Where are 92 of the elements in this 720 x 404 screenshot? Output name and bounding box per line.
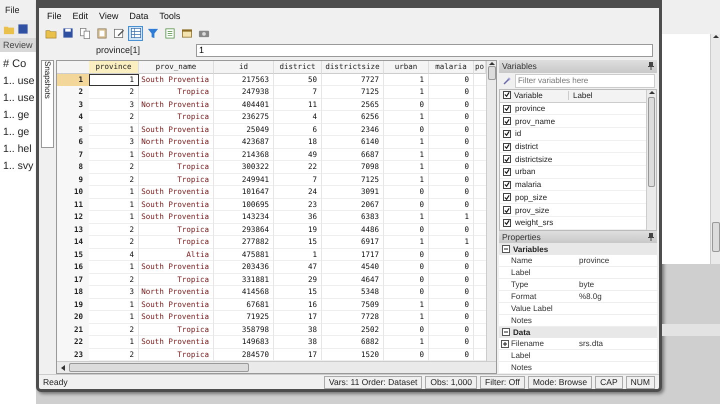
property-name: Notes: [511, 316, 533, 325]
vertical-scrollbar[interactable]: [646, 90, 656, 230]
panel-header: [662, 324, 720, 336]
scrollbar-thumb[interactable]: [648, 96, 655, 187]
variable-name[interactable]: prov_name: [515, 116, 556, 126]
properties-icon: [180, 27, 192, 39]
property-name: Label: [511, 268, 532, 278]
checkbox[interactable]: [503, 193, 511, 202]
variable-name[interactable]: pop_size: [515, 192, 548, 202]
wand-icon: [503, 76, 512, 86]
scrollbar-thumb[interactable]: [488, 66, 496, 80]
collapse-icon[interactable]: [502, 245, 510, 254]
collapse-icon[interactable]: [502, 328, 510, 336]
status-pane: CAP: [595, 376, 623, 388]
status-pane: NUM: [626, 376, 655, 388]
property-name: Value Label: [511, 304, 554, 313]
menu-item[interactable]: File: [47, 11, 62, 21]
property-name: Label: [511, 351, 532, 360]
section-title: Variables: [513, 244, 548, 254]
checkbox[interactable]: [503, 90, 511, 99]
horizontal-scrollbar[interactable]: [57, 361, 496, 373]
review-tab[interactable]: Review: [0, 38, 36, 52]
variable-name[interactable]: district: [515, 142, 538, 152]
variable-name[interactable]: malaria: [515, 180, 542, 190]
checkbox[interactable]: [503, 180, 511, 189]
status-pane: Obs: 1,000: [425, 376, 478, 388]
menu-item[interactable]: Tools: [159, 11, 180, 21]
menu-item[interactable]: View: [99, 11, 118, 21]
checkbox[interactable]: [503, 155, 511, 164]
vertical-scrollbar[interactable]: [710, 34, 720, 264]
scrollbar-thumb[interactable]: [69, 363, 249, 372]
variable-name[interactable]: id: [515, 129, 522, 138]
status-pane: Mode: Browse: [528, 376, 592, 388]
variable-name[interactable]: province: [515, 104, 546, 114]
property-value: %8.0g: [579, 292, 603, 301]
column-header[interactable]: Variable: [514, 91, 568, 100]
left-arrow-icon[interactable]: [61, 364, 65, 370]
menu-item[interactable]: Data: [129, 11, 148, 21]
checkbox[interactable]: [503, 130, 511, 138]
checkbox[interactable]: [503, 218, 511, 227]
vertical-scrollbar[interactable]: [486, 61, 496, 361]
variable-name[interactable]: prov_size: [515, 206, 550, 215]
funnel-icon: [146, 27, 158, 39]
checkbox[interactable]: [503, 206, 511, 214]
property-name: Filename: [511, 339, 545, 348]
property-name: Name: [511, 256, 534, 266]
checkbox[interactable]: [503, 104, 511, 113]
history-item[interactable]: 1.. use: [3, 75, 36, 87]
history-item[interactable]: 1.. ge: [3, 126, 36, 138]
property-value: srs.dta: [579, 339, 604, 348]
variable-name[interactable]: urban: [515, 167, 536, 176]
properties-panel-header: Properties: [499, 230, 657, 244]
property-value: province: [579, 256, 610, 266]
history-item[interactable]: 1.. hel: [3, 143, 36, 155]
menu-item[interactable]: Edit: [72, 11, 88, 21]
property-name: Format: [511, 292, 538, 301]
list-icon: [164, 27, 176, 39]
column-header[interactable]: Label: [568, 91, 593, 100]
cell-value-field[interactable]: 1: [196, 44, 653, 56]
history-item[interactable]: 1.. svy: [3, 160, 36, 172]
property-value: byte: [579, 280, 596, 289]
table-icon: [130, 27, 142, 39]
pencil-sheet-icon: [112, 27, 124, 39]
property-name: Type: [511, 280, 530, 289]
clipboard-icon: [96, 27, 108, 39]
pin-icon[interactable]: [648, 232, 654, 241]
toolbar-button[interactable]: [128, 26, 143, 40]
up-arrow-icon[interactable]: [712, 34, 718, 39]
checkbox[interactable]: [503, 117, 511, 126]
toolbar-button[interactable]: [77, 26, 92, 40]
variable-name[interactable]: weight_srs: [515, 218, 554, 228]
checkbox[interactable]: [503, 168, 511, 176]
variables-panel-header: Variables: [499, 60, 657, 73]
history-item[interactable]: 1.. ge: [3, 109, 36, 121]
status-pane: Vars: 11 Order: Dataset: [324, 376, 422, 388]
status-pane: Filter: Off: [480, 376, 525, 388]
history-header: # Co: [3, 58, 28, 70]
pin-icon[interactable]: [648, 62, 654, 70]
checkbox[interactable]: [503, 142, 511, 151]
variable-name[interactable]: districtsize: [515, 154, 552, 164]
scrollbar-thumb[interactable]: [712, 222, 720, 252]
expand-icon[interactable]: [501, 340, 509, 348]
cell-reference: province[1]: [94, 45, 142, 55]
snapshots-tab[interactable]: Snapshots: [41, 60, 54, 148]
up-arrow-icon[interactable]: [488, 61, 494, 66]
filter-field[interactable]: Filter variables here: [515, 74, 655, 88]
history-item[interactable]: 1.. use: [3, 92, 36, 104]
section-title: Data: [513, 328, 530, 337]
copy-icon: [78, 27, 90, 39]
up-arrow-icon[interactable]: [648, 90, 654, 95]
property-name: Notes: [511, 363, 533, 372]
status-text: Ready: [43, 377, 68, 387]
